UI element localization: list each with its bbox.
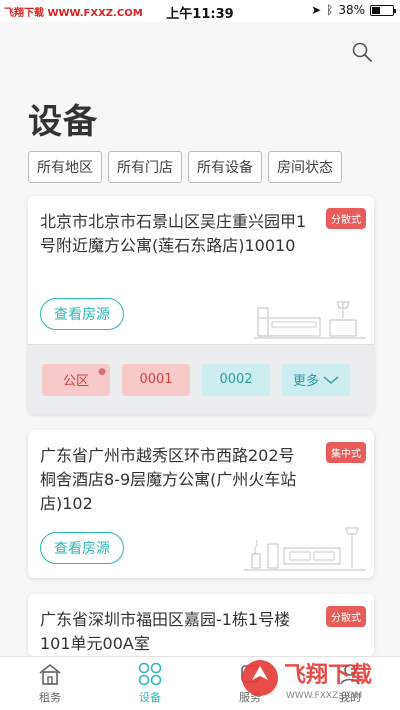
card-body: 广东省广州市越秀区环市西路202号桐舍酒店8-9层魔方公寓(广州火车站店)102… [28, 430, 374, 578]
tab-devices[interactable]: 设备 [100, 657, 200, 710]
property-address: 北京市北京市石景山区吴庄重兴园甲1号附近魔方公寓(莲石东路店)10010 [40, 212, 307, 255]
chip-public-area[interactable]: 公区 ● [42, 363, 110, 396]
filter-bar: 所有地区 所有门店 所有设备 房间状态 [28, 151, 342, 183]
bedroom-illustration [254, 301, 366, 339]
tab-rental[interactable]: 租务 [0, 657, 100, 710]
property-type-tag: 分散式 [326, 208, 366, 229]
tab-label: 租务 [39, 691, 61, 704]
card-body: 广东省深圳市福田区嘉园-1栋1号楼101单元00A室 分散式 [28, 594, 374, 656]
search-icon [352, 42, 372, 62]
chip-label: 0001 [139, 372, 173, 387]
chip-room-0002[interactable]: 0002 [202, 363, 270, 396]
device-list: 北京市北京市石景山区吴庄重兴园甲1号附近魔方公寓(莲石东路店)10010 分散式… [28, 196, 374, 672]
person-icon: ● [98, 366, 106, 377]
property-address: 广东省广州市越秀区环市西路202号桐舍酒店8-9层魔方公寓(广州火车站店)102 [40, 446, 297, 513]
card-body: 北京市北京市石景山区吴庄重兴园甲1号附近魔方公寓(莲石东路店)10010 分散式… [28, 196, 374, 344]
living-room-illustration [244, 527, 366, 571]
property-card: 广东省广州市越秀区环市西路202号桐舍酒店8-9层魔方公寓(广州火车站店)102… [28, 430, 374, 578]
watermark-url: WWW.FXXZ.COM [286, 691, 362, 701]
property-address: 广东省深圳市福田区嘉园-1栋1号楼101单元00A室 [40, 610, 291, 653]
status-icons: ➤ ᛒ 38% [311, 3, 396, 17]
location-icon: ➤ [311, 3, 322, 17]
chip-label: 公区 [62, 374, 89, 389]
room-chip-row: 公区 ● 0001 0002 更多 [28, 344, 374, 414]
battery-percent: 38% [338, 3, 365, 17]
filter-device[interactable]: 所有设备 [188, 151, 262, 183]
house-icon [39, 663, 61, 685]
property-card: 广东省深圳市福田区嘉园-1栋1号楼101单元00A室 分散式 [28, 594, 374, 656]
tab-label: 设备 [139, 691, 161, 704]
view-rooms-button[interactable]: 查看房源 [40, 298, 124, 330]
chip-room-0001[interactable]: 0001 [122, 363, 190, 396]
property-type-tag: 集中式 [326, 442, 366, 463]
filter-region[interactable]: 所有地区 [28, 151, 102, 183]
more-button[interactable]: 更多 [282, 363, 350, 396]
search-button[interactable] [350, 40, 374, 64]
page-title: 设备 [28, 102, 98, 142]
chip-label: 0002 [219, 372, 253, 387]
battery-icon [370, 4, 396, 16]
property-type-tag: 分散式 [326, 606, 366, 627]
circles-icon [138, 662, 162, 686]
chip-label: 更多 [292, 374, 319, 389]
watermark-text: 飞翔下载 [284, 662, 372, 688]
bluetooth-icon: ᛒ [326, 3, 334, 17]
watermark-logo: 飞翔下载 WWW.FXXZ.COM [242, 660, 372, 701]
filter-store[interactable]: 所有门店 [108, 151, 182, 183]
chevron-down-icon [323, 375, 339, 384]
view-rooms-button[interactable]: 查看房源 [40, 532, 124, 564]
property-card: 北京市北京市石景山区吴庄重兴园甲1号附近魔方公寓(莲石东路店)10010 分散式… [28, 196, 374, 414]
status-bar: 飞翔下载 WWW.FXXZ.COM 上午11:39 ➤ ᛒ 38% [0, 0, 400, 22]
filter-room-status[interactable]: 房间状态 [268, 151, 342, 183]
